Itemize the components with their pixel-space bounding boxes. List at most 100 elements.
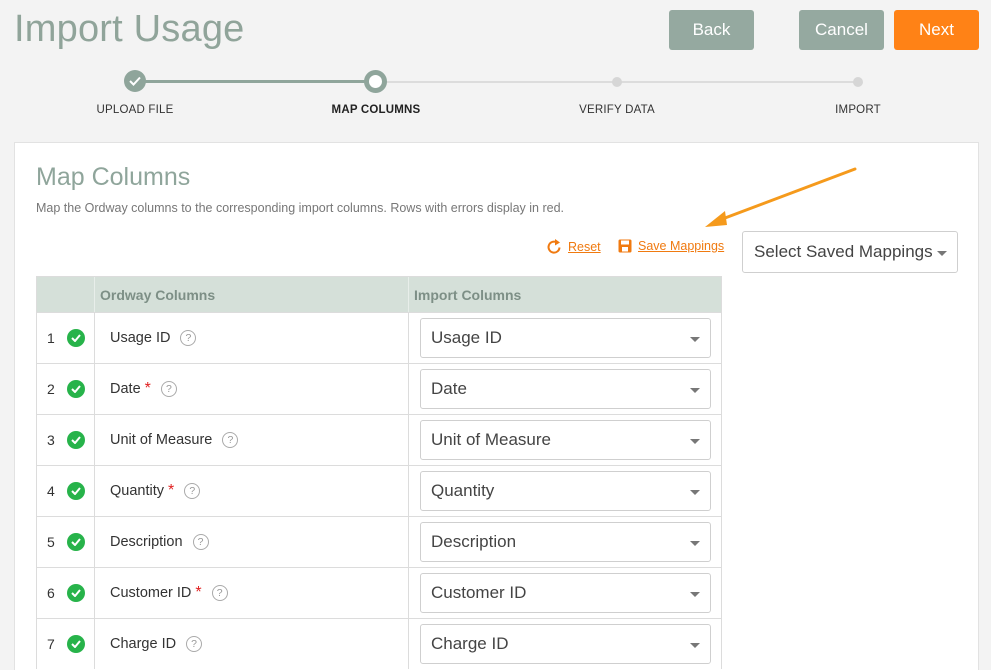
- import-column-select[interactable]: Unit of Measure: [420, 420, 711, 460]
- table-header: Ordway Columns Import Columns: [37, 277, 721, 312]
- check-circle-icon: [67, 635, 85, 653]
- import-column-select[interactable]: Date: [420, 369, 711, 409]
- save-mappings-link[interactable]: Save Mappings: [618, 239, 724, 253]
- panel-description: Map the Ordway columns to the correspond…: [36, 201, 564, 215]
- check-circle-icon: [67, 431, 85, 449]
- table-row: 4 Quantity *? Quantity: [37, 465, 721, 516]
- ordway-column-label: Date: [110, 381, 141, 397]
- table-row: 7 Charge ID? Charge ID: [37, 618, 721, 669]
- ordway-column-cell: Description?: [95, 517, 409, 567]
- ordway-column-cell: Usage ID?: [95, 313, 409, 363]
- panel-title: Map Columns: [36, 163, 191, 191]
- chevron-down-icon: [690, 541, 700, 546]
- ordway-column-cell: Customer ID *?: [95, 568, 409, 618]
- check-circle-icon: [67, 533, 85, 551]
- row-number: 6: [47, 585, 55, 601]
- import-column-value: Unit of Measure: [431, 430, 551, 449]
- check-circle-icon: [67, 380, 85, 398]
- help-icon[interactable]: ?: [184, 483, 201, 499]
- table-row: 6 Customer ID *? Customer ID: [37, 567, 721, 618]
- row-number: 4: [47, 483, 55, 499]
- row-number: 5: [47, 534, 55, 550]
- import-column-select[interactable]: Description: [420, 522, 711, 562]
- chevron-down-icon: [937, 251, 947, 256]
- back-button[interactable]: Back: [669, 10, 754, 50]
- header-import-columns: Import Columns: [414, 286, 522, 303]
- ordway-column-label: Unit of Measure: [110, 432, 213, 448]
- table-body: 1 Usage ID? Usage ID 2 Date *? Date 3 Unit of Me…: [37, 312, 721, 669]
- stepper-progress-line: [135, 80, 375, 83]
- chevron-down-icon: [690, 643, 700, 648]
- help-icon[interactable]: ?: [160, 381, 177, 397]
- ordway-column-label: Usage ID: [110, 330, 171, 346]
- save-mappings-label: Save Mappings: [638, 239, 725, 253]
- row-number: 3: [47, 432, 55, 448]
- ordway-column-cell: Quantity *?: [95, 466, 409, 516]
- row-number: 1: [47, 330, 55, 346]
- next-button[interactable]: Next: [894, 10, 979, 50]
- help-icon[interactable]: ?: [192, 534, 209, 550]
- row-index-cell: 1: [37, 313, 95, 363]
- import-column-cell: Charge ID: [409, 619, 721, 669]
- import-column-value: Date: [431, 379, 467, 398]
- import-column-value: Customer ID: [431, 583, 527, 602]
- import-column-value: Charge ID: [431, 634, 509, 653]
- import-column-select[interactable]: Charge ID: [420, 624, 711, 664]
- refresh-icon: [547, 239, 561, 254]
- required-marker: *: [195, 584, 202, 601]
- step-map-dot: [364, 70, 387, 93]
- mapping-table: Ordway Columns Import Columns 1 Usage ID?…: [36, 276, 722, 669]
- table-row: 3 Unit of Measure? Unit of Measure: [37, 414, 721, 465]
- reset-label: Reset: [568, 240, 601, 254]
- reset-link[interactable]: Reset: [546, 239, 601, 255]
- chevron-down-icon: [690, 439, 700, 444]
- row-index-cell: 5: [37, 517, 95, 567]
- import-column-cell: Description: [409, 517, 721, 567]
- check-circle-icon: [67, 482, 85, 500]
- table-row: 2 Date *? Date: [37, 363, 721, 414]
- import-column-cell: Customer ID: [409, 568, 721, 618]
- step-verify-dot: [612, 77, 622, 87]
- chevron-down-icon: [690, 388, 700, 393]
- step-upload-dot: [124, 70, 146, 92]
- check-circle-icon: [67, 584, 85, 602]
- import-column-select[interactable]: Customer ID: [420, 573, 711, 613]
- import-column-select[interactable]: Usage ID: [420, 318, 711, 358]
- table-row: 5 Description? Description: [37, 516, 721, 567]
- map-columns-panel: Map Columns Map the Ordway columns to th…: [14, 142, 979, 670]
- ordway-column-cell: Unit of Measure?: [95, 415, 409, 465]
- annotation-arrow-icon: [705, 167, 857, 227]
- help-icon[interactable]: ?: [180, 330, 197, 346]
- chevron-down-icon: [690, 592, 700, 597]
- import-column-select[interactable]: Quantity: [420, 471, 711, 511]
- step-label-verify: VERIFY DATA: [579, 104, 655, 116]
- row-index-cell: 7: [37, 619, 95, 669]
- saved-mappings-select[interactable]: Select Saved Mappings: [742, 231, 958, 273]
- help-icon[interactable]: ?: [222, 432, 239, 448]
- header-ordway-columns: Ordway Columns: [95, 277, 409, 312]
- check-circle-icon: [67, 329, 85, 347]
- ordway-column-cell: Date *?: [95, 364, 409, 414]
- checkmark-icon: [129, 76, 141, 86]
- import-column-cell: Date: [409, 364, 721, 414]
- import-column-cell: Unit of Measure: [409, 415, 721, 465]
- step-import-dot: [853, 77, 863, 87]
- header-index: [37, 277, 95, 312]
- cancel-button[interactable]: Cancel: [799, 10, 884, 50]
- help-icon[interactable]: ?: [186, 636, 203, 652]
- help-icon[interactable]: ?: [211, 585, 228, 601]
- step-label-map: MAP COLUMNS: [331, 104, 421, 116]
- row-index-cell: 2: [37, 364, 95, 414]
- import-column-value: Usage ID: [431, 328, 502, 347]
- ordway-column-label: Quantity: [110, 483, 164, 499]
- ordway-column-label: Customer ID: [110, 585, 192, 601]
- row-index-cell: 4: [37, 466, 95, 516]
- ordway-column-label: Charge ID: [110, 636, 177, 652]
- row-number: 2: [47, 381, 55, 397]
- import-column-value: Quantity: [431, 481, 495, 500]
- step-label-upload: UPLOAD FILE: [96, 104, 174, 116]
- row-index-cell: 3: [37, 415, 95, 465]
- save-icon: [618, 239, 632, 253]
- import-column-value: Description: [431, 532, 517, 551]
- step-label-import: IMPORT: [835, 104, 881, 116]
